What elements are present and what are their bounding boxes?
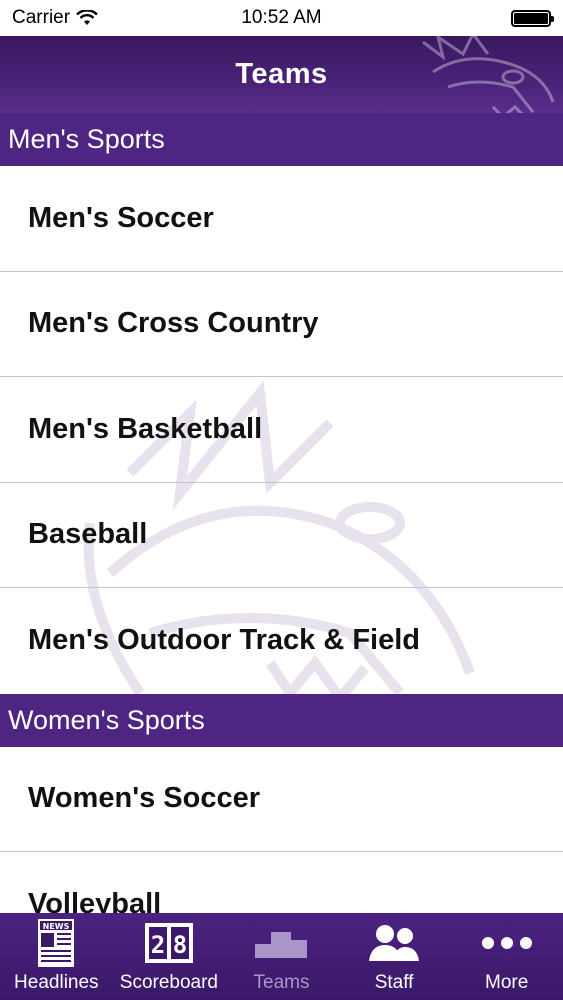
svg-text:2: 2	[151, 931, 165, 959]
tab-label: Scoreboard	[119, 972, 218, 993]
svg-text:8: 8	[173, 931, 187, 959]
tab-label: More	[485, 972, 529, 993]
teams-list[interactable]: Men's Sports Men's Soccer Men's Cross Co…	[0, 113, 563, 913]
page-title: Teams	[235, 58, 328, 90]
team-row-volleyball[interactable]: Volleyball	[0, 852, 563, 913]
tab-teams[interactable]: Teams	[225, 913, 338, 1000]
status-bar: Carrier 10:52 AM	[0, 0, 563, 36]
more-icon	[481, 916, 533, 970]
team-row-mens-cross-country[interactable]: Men's Cross Country	[0, 272, 563, 377]
svg-text:NEWS: NEWS	[43, 922, 70, 931]
navigation-bar: Teams	[0, 36, 563, 113]
tab-headlines[interactable]: NEWS Headlines	[0, 913, 113, 1000]
tab-label: Headlines	[14, 972, 99, 993]
team-row-mens-basketball[interactable]: Men's Basketball	[0, 377, 563, 483]
tab-staff[interactable]: Staff	[338, 913, 451, 1000]
podium-icon	[253, 916, 309, 970]
team-row-baseball[interactable]: Baseball	[0, 483, 563, 588]
tab-scoreboard[interactable]: 2 8 Scoreboard	[113, 913, 226, 1000]
team-row-womens-soccer[interactable]: Women's Soccer	[0, 747, 563, 852]
section-header-mens-sports: Men's Sports	[0, 113, 563, 166]
tab-label: Staff	[374, 972, 414, 993]
tab-more[interactable]: More	[450, 913, 563, 1000]
battery-icon	[511, 9, 554, 27]
staff-icon	[367, 916, 421, 970]
carrier-label: Carrier	[12, 7, 71, 28]
scoreboard-icon: 2 8	[144, 916, 194, 970]
section-header-womens-sports: Women's Sports	[0, 693, 563, 747]
team-row-mens-soccer[interactable]: Men's Soccer	[0, 166, 563, 272]
newspaper-icon: NEWS	[37, 916, 75, 970]
wildcat-logo-icon	[422, 36, 555, 113]
tab-bar: NEWS Headlines 2 8 Scoreboard Teams Staf…	[0, 913, 563, 1000]
status-left: Carrier	[12, 7, 98, 29]
tab-label: Teams	[253, 972, 310, 993]
wifi-icon	[76, 10, 98, 25]
team-row-mens-outdoor-track-field[interactable]: Men's Outdoor Track & Field	[0, 588, 563, 694]
